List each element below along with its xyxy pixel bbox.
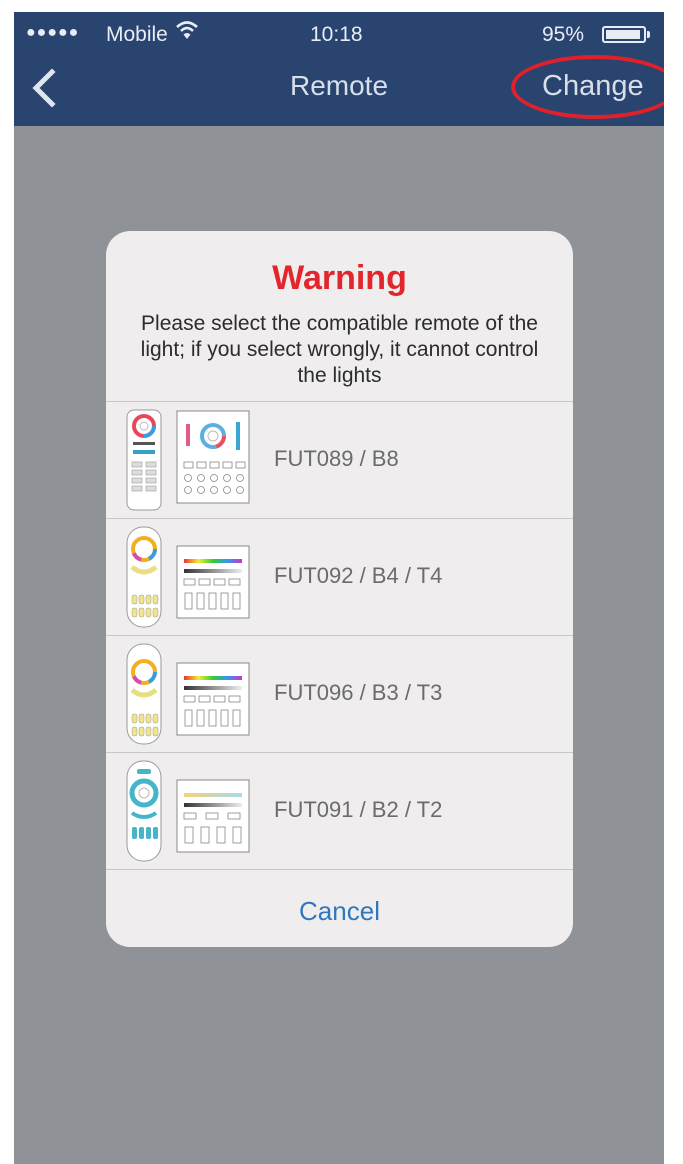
fut089-remote-image <box>126 409 162 511</box>
signal-strength-icon: ●●●●● <box>26 24 80 41</box>
option-label: FUT089 / B8 <box>274 446 399 471</box>
warning-dialog: Warning Please select the compatible rem… <box>106 231 573 947</box>
status-bar: ●●●●● Mobile 10:18 95% <box>14 12 664 58</box>
remote-option-fut096[interactable]: FUT096 / B3 / T3 <box>106 635 573 753</box>
remote-option-fut092[interactable]: FUT092 / B4 / T4 <box>106 518 573 636</box>
fut091-remote-image <box>126 760 162 862</box>
battery-nub <box>647 31 650 38</box>
highlight-circle-annotation <box>511 55 664 119</box>
remote-option-fut091[interactable]: FUT091 / B2 / T2 <box>106 752 573 870</box>
navigation-bar: ●●●●● Mobile 10:18 95% Remote Change <box>14 12 664 126</box>
wifi-icon <box>176 21 198 39</box>
option-label: FUT091 / B2 / T2 <box>274 797 443 822</box>
cancel-row[interactable]: Cancel <box>106 869 573 947</box>
fut089-panel-image <box>176 410 250 504</box>
phone-screen: ●●●●● Mobile 10:18 95% Remote Change War… <box>14 12 664 1164</box>
dialog-message: Please select the compatible remote of t… <box>140 312 539 387</box>
fut096-remote-image <box>126 643 162 745</box>
fut092-panel-image <box>176 545 250 619</box>
cancel-button[interactable]: Cancel <box>106 896 573 927</box>
fut092-remote-image <box>126 526 162 628</box>
option-label: FUT096 / B3 / T3 <box>274 680 443 705</box>
battery-percentage: 95% <box>542 23 585 46</box>
status-time: 10:18 <box>310 23 363 46</box>
option-label: FUT092 / B4 / T4 <box>274 563 443 588</box>
carrier-name: Mobile <box>106 23 168 46</box>
fut091-panel-image <box>176 779 250 853</box>
battery-level-fill <box>606 30 640 39</box>
fut096-panel-image <box>176 662 250 736</box>
battery-icon <box>602 26 646 43</box>
remote-option-fut089[interactable]: FUT089 / B8 <box>106 401 573 519</box>
dialog-title: Warning <box>272 259 407 297</box>
